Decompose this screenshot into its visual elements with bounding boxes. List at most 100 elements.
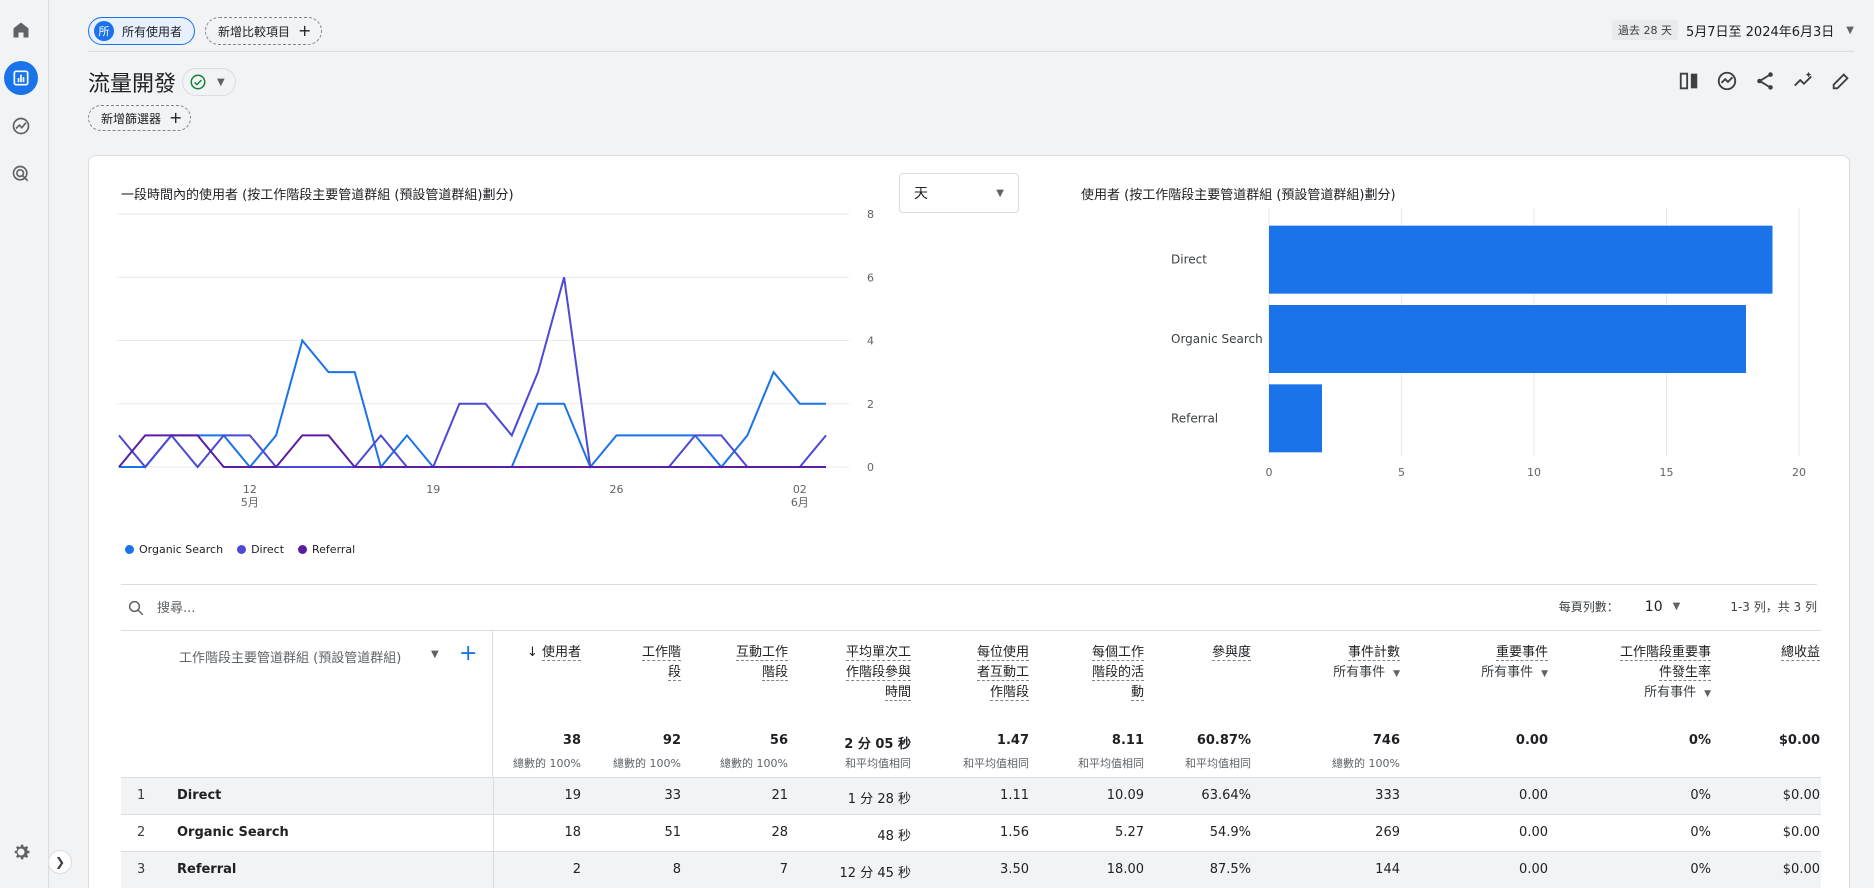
line-chart-legend: Organic Search Direct Referral [125, 543, 355, 556]
column-header-label: 重要事件 [1495, 645, 1548, 661]
column-header[interactable]: 平均單次工 作階段參與 時間 [801, 643, 911, 703]
column-event-filter[interactable]: 所有事件 ▼ [1260, 663, 1400, 684]
column-header[interactable]: 參與度 [1161, 643, 1251, 663]
column-event-filter[interactable]: 所有事件 ▼ [1408, 663, 1548, 684]
column-event-filter[interactable]: 所有事件 ▼ [1551, 683, 1711, 704]
column-header-line: 階段的活 [1034, 663, 1144, 683]
column-header[interactable]: 互動工作 階段 [698, 643, 788, 683]
table-cell: 1.56 [1000, 825, 1029, 840]
date-range-picker[interactable]: 過去 28 天 5月7日至 2024年6月3日 ▼ [1611, 20, 1854, 40]
table-cell: 2 [572, 862, 581, 877]
section-divider [121, 584, 1817, 585]
column-total-subtext: 總數的 100% [613, 757, 681, 770]
table-cell: 0% [1690, 825, 1711, 840]
column-header-line: 每位使用 [919, 643, 1029, 663]
table-row[interactable]: 1 Direct 19 33 21 1 分 28 秒 1.11 10.09 63.64% 333 0… [121, 778, 1821, 815]
column-header[interactable]: 重要事件所有事件 ▼ [1408, 643, 1548, 684]
legend-dot [237, 545, 247, 554]
x-tick-sublabel: 5月 [241, 496, 259, 509]
table-cell: 8 [672, 862, 681, 877]
legend-item-referral[interactable]: Referral [298, 543, 355, 556]
sort-arrow-icon[interactable]: ↓ [527, 645, 542, 660]
explore-icon[interactable] [4, 109, 38, 143]
dimension-header-label[interactable]: 工作階段主要管道群組 (預設管道群組) [179, 647, 401, 666]
row-dimension-value[interactable]: Referral [177, 862, 236, 877]
legend-item-organic-search[interactable]: Organic Search [125, 543, 223, 556]
rows-per-page-control: 每頁列數： 10 ▼ 1-3 列，共 3 列 [1559, 598, 1817, 615]
x-tick-label: 0 [1266, 466, 1273, 479]
add-filter-button[interactable]: 新增篩選器 + [88, 105, 192, 131]
column-header[interactable]: 每位使用 者互動工 作階段 [919, 643, 1029, 703]
legend-item-direct[interactable]: Direct [237, 543, 284, 556]
column-total: $0.00 [1778, 733, 1820, 748]
column-header-label: 工作階段重要事 [1619, 645, 1711, 661]
table-cell: 0.00 [1519, 788, 1548, 803]
column-header-label: 每個工作 [1091, 645, 1144, 661]
table-cell: 19 [564, 788, 581, 803]
chevron-down-icon[interactable]: ▼ [431, 649, 439, 660]
column-total-subtext: 和平均值相同 [963, 757, 1029, 770]
column-total-subtext: 總數的 100% [513, 757, 581, 770]
table-cell: 269 [1375, 825, 1400, 840]
column-total: 2 分 05 秒 [844, 737, 911, 752]
column-header[interactable]: 事件計數 所有事件 ▼ [1260, 643, 1400, 684]
column-header-label: 階段 [761, 665, 788, 681]
chevron-down-icon: ▼ [1846, 24, 1854, 36]
plus-icon: + [169, 108, 183, 127]
segment-chip-all-users[interactable]: 所 所有使用者 [88, 17, 196, 45]
home-icon[interactable] [4, 13, 38, 47]
column-total: 56 [769, 733, 788, 748]
y-tick-label: 6 [867, 271, 874, 284]
rows-per-page-select[interactable]: 10 [1645, 599, 1663, 615]
table-cell: 0% [1690, 862, 1711, 877]
x-tick-label: 26 [610, 483, 624, 496]
settings-gear-icon[interactable] [9, 840, 33, 864]
column-header[interactable]: 總收益 [1730, 643, 1820, 663]
column-header[interactable]: ↓ 使用者 [491, 643, 581, 663]
bar-referral [1269, 384, 1322, 453]
table-cell: 144 [1375, 862, 1400, 877]
chevron-down-icon: ▼ [1393, 669, 1400, 679]
column-header[interactable]: 工作階段重要事 件發生率 所有事件 ▼ [1551, 643, 1711, 704]
chevron-down-icon: ▼ [1541, 669, 1548, 679]
trend-sparkle-icon[interactable] [1790, 68, 1816, 94]
row-dimension-value[interactable]: Organic Search [177, 825, 289, 840]
expand-nav-button[interactable]: ❯ [48, 850, 72, 874]
column-header[interactable]: 工作階段 [591, 643, 681, 683]
edit-pencil-icon[interactable] [1828, 68, 1854, 94]
add-comparison-button[interactable]: 新增比較項目 + [205, 17, 323, 45]
chevron-down-icon: ▼ [217, 76, 225, 88]
series-line-referral [118, 434, 826, 468]
bar-organic-search [1269, 305, 1746, 373]
table-row[interactable]: 3 Referral 2 8 7 12 分 45 秒 3.50 18.00 87.5% 144 0.… [121, 852, 1821, 888]
column-total: 8.11 [1111, 733, 1144, 748]
column-header-line: 重要事件 [1408, 643, 1548, 663]
table-cell: 28 [771, 825, 788, 840]
bar-direct [1269, 225, 1773, 294]
row-index: 1 [137, 788, 146, 803]
column-header-label: 作階段 [989, 685, 1029, 701]
report-card: 一段時間內的使用者 (按工作階段主要管道群組 (預設管道群組)劃分) 天 ▼ 0… [88, 155, 1850, 888]
table-search-input[interactable] [157, 596, 457, 620]
report-status-button[interactable]: ▼ [182, 68, 236, 96]
insights-icon[interactable] [1714, 68, 1740, 94]
row-dimension-value[interactable]: Direct [177, 788, 221, 803]
column-header-label: 動 [1130, 685, 1144, 701]
reports-icon[interactable] [4, 61, 38, 95]
table-cell: $0.00 [1782, 862, 1820, 877]
y-category-label: Referral [1171, 411, 1218, 425]
advertising-icon[interactable] [4, 157, 38, 191]
x-tick-label: 15 [1660, 466, 1674, 479]
column-header[interactable]: 每個工作階段的活動 [1034, 643, 1144, 703]
column-header-line: 事件計數 [1260, 643, 1400, 663]
x-tick-label: 12 [243, 483, 257, 496]
row-index: 3 [137, 862, 146, 877]
column-header-line: 段 [591, 663, 681, 683]
compare-icon[interactable] [1676, 68, 1702, 94]
share-icon[interactable] [1752, 68, 1778, 94]
column-header-line: 工作階 [591, 643, 681, 663]
table-cell: 18.00 [1106, 862, 1144, 877]
table-row[interactable]: 2 Organic Search 18 51 28 48 秒 1.56 5.27 54.9% 26… [121, 815, 1821, 852]
data-table: 工作階段主要管道群組 (預設管道群組) ▼ + ↓ 使用者 3 8 總數的 100% 工… [121, 630, 1821, 888]
add-dimension-button[interactable]: + [459, 641, 477, 666]
